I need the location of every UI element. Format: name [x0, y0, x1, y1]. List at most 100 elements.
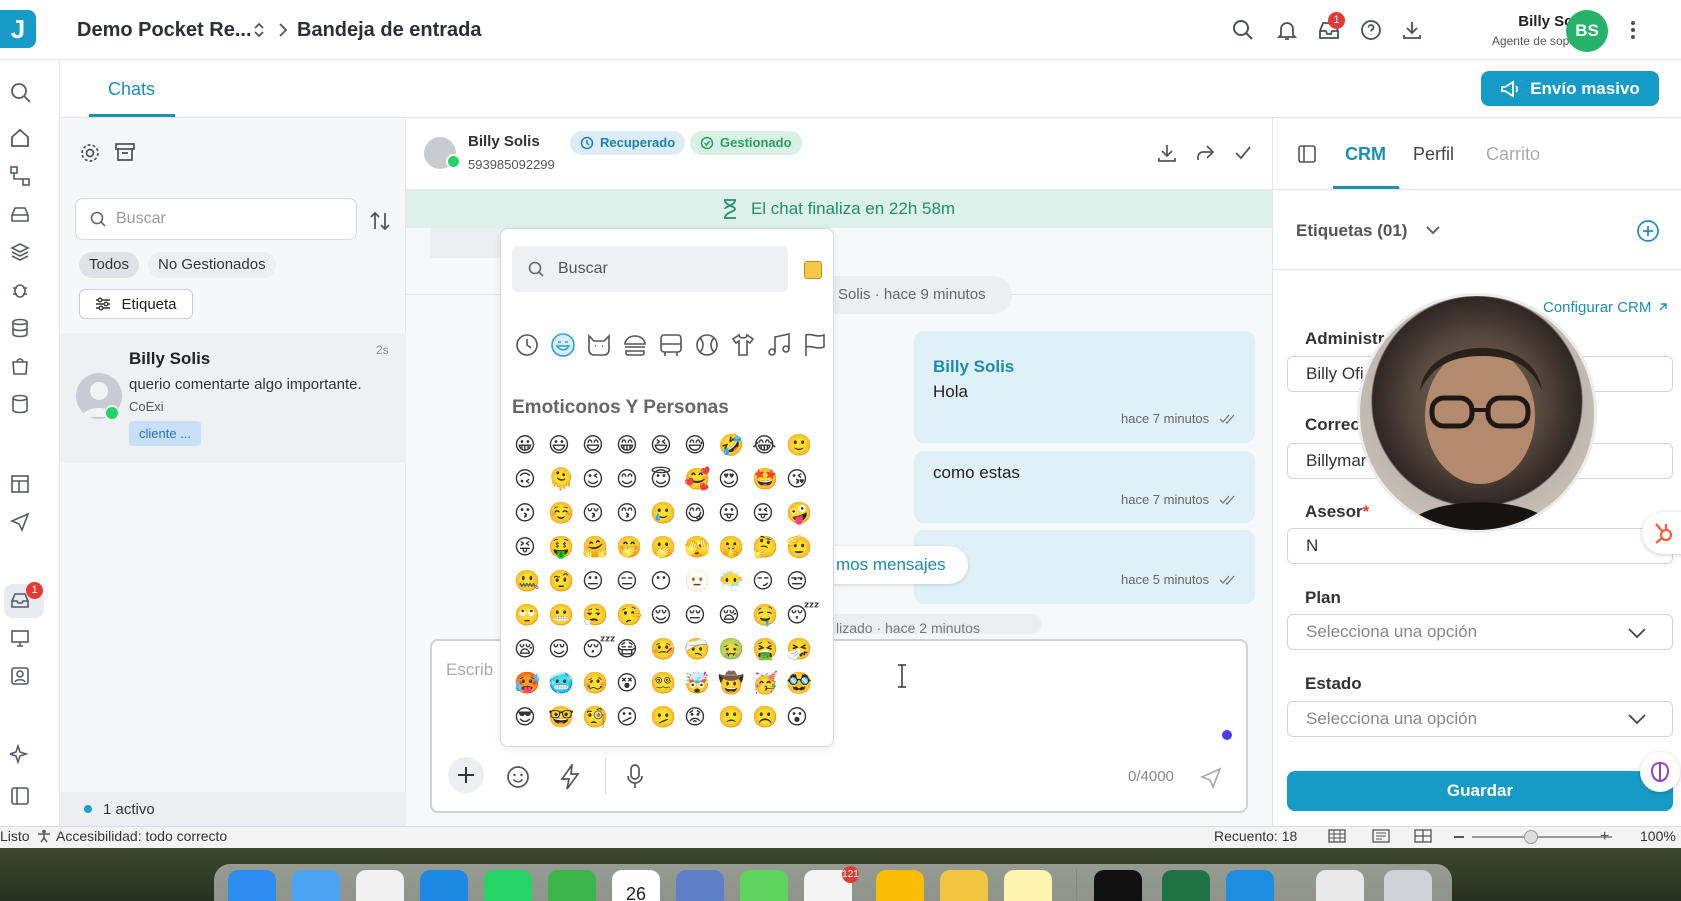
emoji-item[interactable]: 😙 — [616, 499, 650, 527]
download-icon[interactable] — [1401, 19, 1423, 41]
database-icon[interactable] — [10, 318, 30, 338]
emoji-item[interactable]: 🤭 — [616, 533, 650, 561]
emoji-item[interactable]: 😝 — [514, 533, 548, 561]
emoji-item[interactable]: 🫢 — [650, 533, 684, 561]
field-advisor-input[interactable]: N — [1287, 528, 1673, 564]
finder-icon[interactable] — [228, 870, 276, 901]
forward-icon[interactable] — [1195, 143, 1215, 163]
more-options-icon[interactable] — [1630, 20, 1636, 40]
food-category-icon[interactable] — [622, 332, 648, 358]
emoji-item[interactable]: 🤐 — [514, 567, 548, 595]
slack-icon[interactable]: 121 — [804, 866, 859, 901]
emoji-item[interactable]: ☺️ — [548, 499, 582, 527]
archive-icon[interactable] — [114, 141, 136, 163]
emoji-item[interactable]: 😅 — [684, 431, 718, 459]
notes-icon[interactable] — [1004, 870, 1052, 901]
mass-send-button[interactable]: Envío masivo — [1481, 71, 1659, 106]
emoji-search-input[interactable]: Buscar — [512, 246, 788, 292]
zoom-in-icon[interactable]: + — [1600, 828, 1609, 846]
emoji-item[interactable]: 😂 — [752, 431, 786, 459]
shopping-bag-icon[interactable] — [10, 356, 30, 376]
emoji-item[interactable]: 😛 — [718, 499, 752, 527]
hubspot-button[interactable] — [1642, 512, 1681, 554]
emoji-item[interactable]: 😁 — [616, 431, 650, 459]
microphone-icon[interactable] — [626, 764, 644, 790]
emoji-item[interactable]: 😟 — [684, 703, 718, 731]
emoji-item[interactable]: 🥵 — [514, 669, 548, 697]
sort-icon[interactable] — [369, 210, 391, 232]
emoji-item[interactable]: 🤢 — [718, 635, 752, 663]
emoji-item[interactable]: 😉 — [582, 465, 616, 493]
workspace-switch-icon[interactable] — [252, 21, 266, 39]
emoji-item[interactable]: 😌 — [650, 601, 684, 629]
filter-all-chip[interactable]: Todos — [79, 252, 140, 278]
emoji-item[interactable]: 😎 — [514, 703, 548, 731]
configure-crm-link[interactable]: Configurar CRM — [1543, 299, 1651, 316]
emoji-item[interactable]: 😋 — [684, 499, 718, 527]
emoji-item[interactable]: 🙄 — [514, 601, 548, 629]
emoji-item[interactable]: 🤓 — [548, 703, 582, 731]
emoji-item[interactable]: 🤮 — [752, 635, 786, 663]
emoji-item[interactable]: 🤯 — [684, 669, 718, 697]
workspace-name[interactable]: Demo Pocket Re... — [77, 19, 252, 42]
sparkle-icon[interactable] — [10, 744, 30, 764]
zoom-slider-thumb[interactable] — [1524, 830, 1538, 844]
emoji-item[interactable]: 🤪 — [786, 499, 820, 527]
safari-icon[interactable] — [420, 870, 468, 901]
symbols-category-icon[interactable] — [766, 332, 792, 358]
page-break-view-icon[interactable] — [1414, 829, 1432, 843]
zoom-app-icon[interactable] — [1226, 870, 1274, 901]
emoji-item[interactable]: 😪 — [514, 635, 548, 663]
tab-profile[interactable]: Perfil — [1413, 144, 1454, 165]
emoji-item[interactable]: 🧐 — [582, 703, 616, 731]
flags-category-icon[interactable] — [802, 332, 828, 358]
chevron-down-icon[interactable] — [1425, 225, 1441, 235]
recent-clock-icon[interactable] — [514, 332, 540, 358]
tab-crm[interactable]: CRM — [1345, 144, 1386, 165]
sports-category-icon[interactable] — [694, 332, 720, 358]
excel-icon[interactable] — [1162, 870, 1210, 901]
emoji-item[interactable]: 🤧 — [786, 635, 820, 663]
tab-chats[interactable]: Chats — [108, 79, 155, 100]
objects-category-icon[interactable] — [730, 332, 756, 358]
emoji-item[interactable]: 🤠 — [718, 669, 752, 697]
layers-icon[interactable] — [10, 242, 30, 262]
emoji-item[interactable]: 😶‍🌫️ — [718, 567, 752, 595]
emoji-item[interactable]: 😪 — [718, 601, 752, 629]
panel-collapse-icon[interactable] — [1297, 144, 1317, 164]
chrome-icon[interactable] — [876, 870, 924, 901]
emoji-item[interactable]: 🤫 — [718, 533, 752, 561]
emoji-item[interactable]: 🫡 — [786, 533, 820, 561]
tag-filter-button[interactable]: Etiqueta — [79, 289, 193, 319]
emoji-item[interactable]: 😐 — [582, 567, 616, 595]
save-button[interactable]: Guardar — [1287, 771, 1673, 811]
emoji-item[interactable]: 😃 — [548, 431, 582, 459]
user-avatar[interactable]: BS — [1566, 10, 1608, 52]
emoji-item[interactable]: 😀 — [514, 431, 548, 459]
emoji-item[interactable]: 🤔 — [752, 533, 786, 561]
tab-cart[interactable]: Carrito — [1486, 144, 1540, 165]
page-layout-view-icon[interactable] — [1372, 829, 1390, 843]
emoji-item[interactable]: 🤨 — [548, 567, 582, 595]
emoji-item[interactable]: 😜 — [752, 499, 786, 527]
emoji-item[interactable]: 😮 — [786, 703, 820, 731]
status-accessibility[interactable]: Accesibilidad: todo correcto — [56, 828, 227, 844]
emoji-item[interactable]: 😍 — [718, 465, 752, 493]
emoji-item[interactable]: 🥸 — [786, 669, 820, 697]
maps-icon[interactable] — [548, 870, 596, 901]
emoji-item[interactable]: 🥰 — [684, 465, 718, 493]
zoom-slider[interactable] — [1472, 836, 1612, 838]
field-status-select[interactable]: Selecciona una opción — [1287, 701, 1673, 737]
emoji-item[interactable]: 🤕 — [684, 635, 718, 663]
tags-label[interactable]: Etiquetas (01) — [1296, 221, 1407, 241]
inbox-icon[interactable]: 1 — [10, 582, 43, 610]
monitor-icon[interactable] — [10, 628, 30, 648]
emoji-item[interactable]: 😑 — [616, 567, 650, 595]
whatsapp-app-icon[interactable] — [484, 870, 532, 901]
emoji-item[interactable]: 😌 — [548, 635, 582, 663]
emoji-item[interactable]: 😊 — [616, 465, 650, 493]
emoji-item[interactable]: 😗 — [514, 499, 548, 527]
emoji-item[interactable]: 🤒 — [650, 635, 684, 663]
emoji-item[interactable]: 🫣 — [684, 533, 718, 561]
emoji-item[interactable]: 🤥 — [616, 601, 650, 629]
